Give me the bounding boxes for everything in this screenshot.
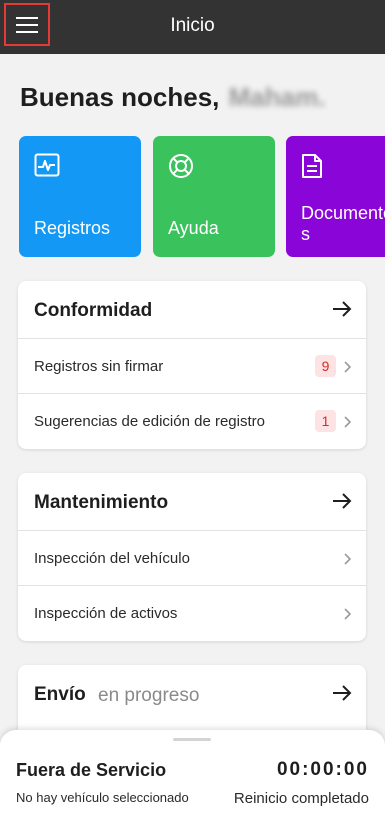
- count-badge: 9: [315, 355, 336, 377]
- page-title: Inicio: [170, 15, 215, 36]
- user-name: Maham.: [228, 82, 326, 112]
- dispatch-title: Envío: [34, 684, 86, 705]
- duty-timer: 00:00:00: [276, 759, 369, 780]
- list-item-unsigned-logs[interactable]: Registros sin firmar 9: [18, 339, 366, 394]
- drag-handle[interactable]: [173, 738, 211, 741]
- tile-ayuda[interactable]: Ayuda: [153, 136, 275, 257]
- arrow-right-icon[interactable]: [332, 492, 352, 515]
- tile-registros-label: Registros: [34, 218, 111, 238]
- document-icon: [301, 153, 323, 184]
- dispatch-header[interactable]: Envío en progreso: [18, 665, 366, 723]
- chevron-right-icon: [344, 552, 352, 570]
- maintenance-header[interactable]: Mantenimiento: [18, 473, 366, 531]
- vehicle-status: No hay vehículo seleccionado: [16, 790, 189, 805]
- tile-ayuda-label: Ayuda: [168, 218, 219, 238]
- list-item-asset-inspection[interactable]: Inspección de activos: [18, 586, 366, 641]
- arrow-right-icon[interactable]: [332, 300, 352, 323]
- chart-icon: [34, 153, 60, 182]
- top-app-bar: Inicio: [0, 0, 385, 54]
- chevron-right-icon: [344, 607, 352, 625]
- count-badge: 1: [315, 410, 336, 432]
- greeting-text: Buenas noches,: [20, 82, 220, 112]
- row-label: Inspección de activos: [34, 605, 178, 622]
- row-label: Registros sin firmar: [34, 358, 164, 375]
- compliance-card: Conformidad Registros sin firmar 9 Suger…: [18, 281, 366, 449]
- list-item-edit-suggestions[interactable]: Sugerencias de edición de registro 1: [18, 394, 366, 449]
- row-label: Sugerencias de edición de registro: [34, 413, 265, 430]
- dispatch-status: en progreso: [98, 685, 200, 706]
- chevron-right-icon: [344, 360, 352, 378]
- arrow-right-icon[interactable]: [332, 684, 352, 707]
- tile-documentos-label: Documentos: [301, 203, 385, 244]
- chevron-right-icon: [344, 415, 352, 433]
- tile-registros[interactable]: Registros: [19, 136, 141, 257]
- reset-status: Reinicio completado: [233, 790, 369, 807]
- maintenance-card: Mantenimiento Inspección del vehículo In…: [18, 473, 366, 641]
- lifebuoy-icon: [168, 153, 194, 184]
- row-label: Inspección del vehículo: [34, 550, 190, 567]
- greeting: Buenas noches, Maham.: [20, 82, 325, 113]
- tile-documentos[interactable]: Documentos: [286, 136, 385, 257]
- maintenance-title: Mantenimiento: [34, 492, 169, 513]
- duty-status-title: Fuera de Servicio: [16, 760, 167, 780]
- compliance-header[interactable]: Conformidad: [18, 281, 366, 339]
- duty-status-sheet[interactable]: Fuera de Servicio No hay vehículo selecc…: [0, 730, 385, 822]
- list-item-vehicle-inspection[interactable]: Inspección del vehículo: [18, 531, 366, 586]
- compliance-title: Conformidad: [34, 300, 153, 321]
